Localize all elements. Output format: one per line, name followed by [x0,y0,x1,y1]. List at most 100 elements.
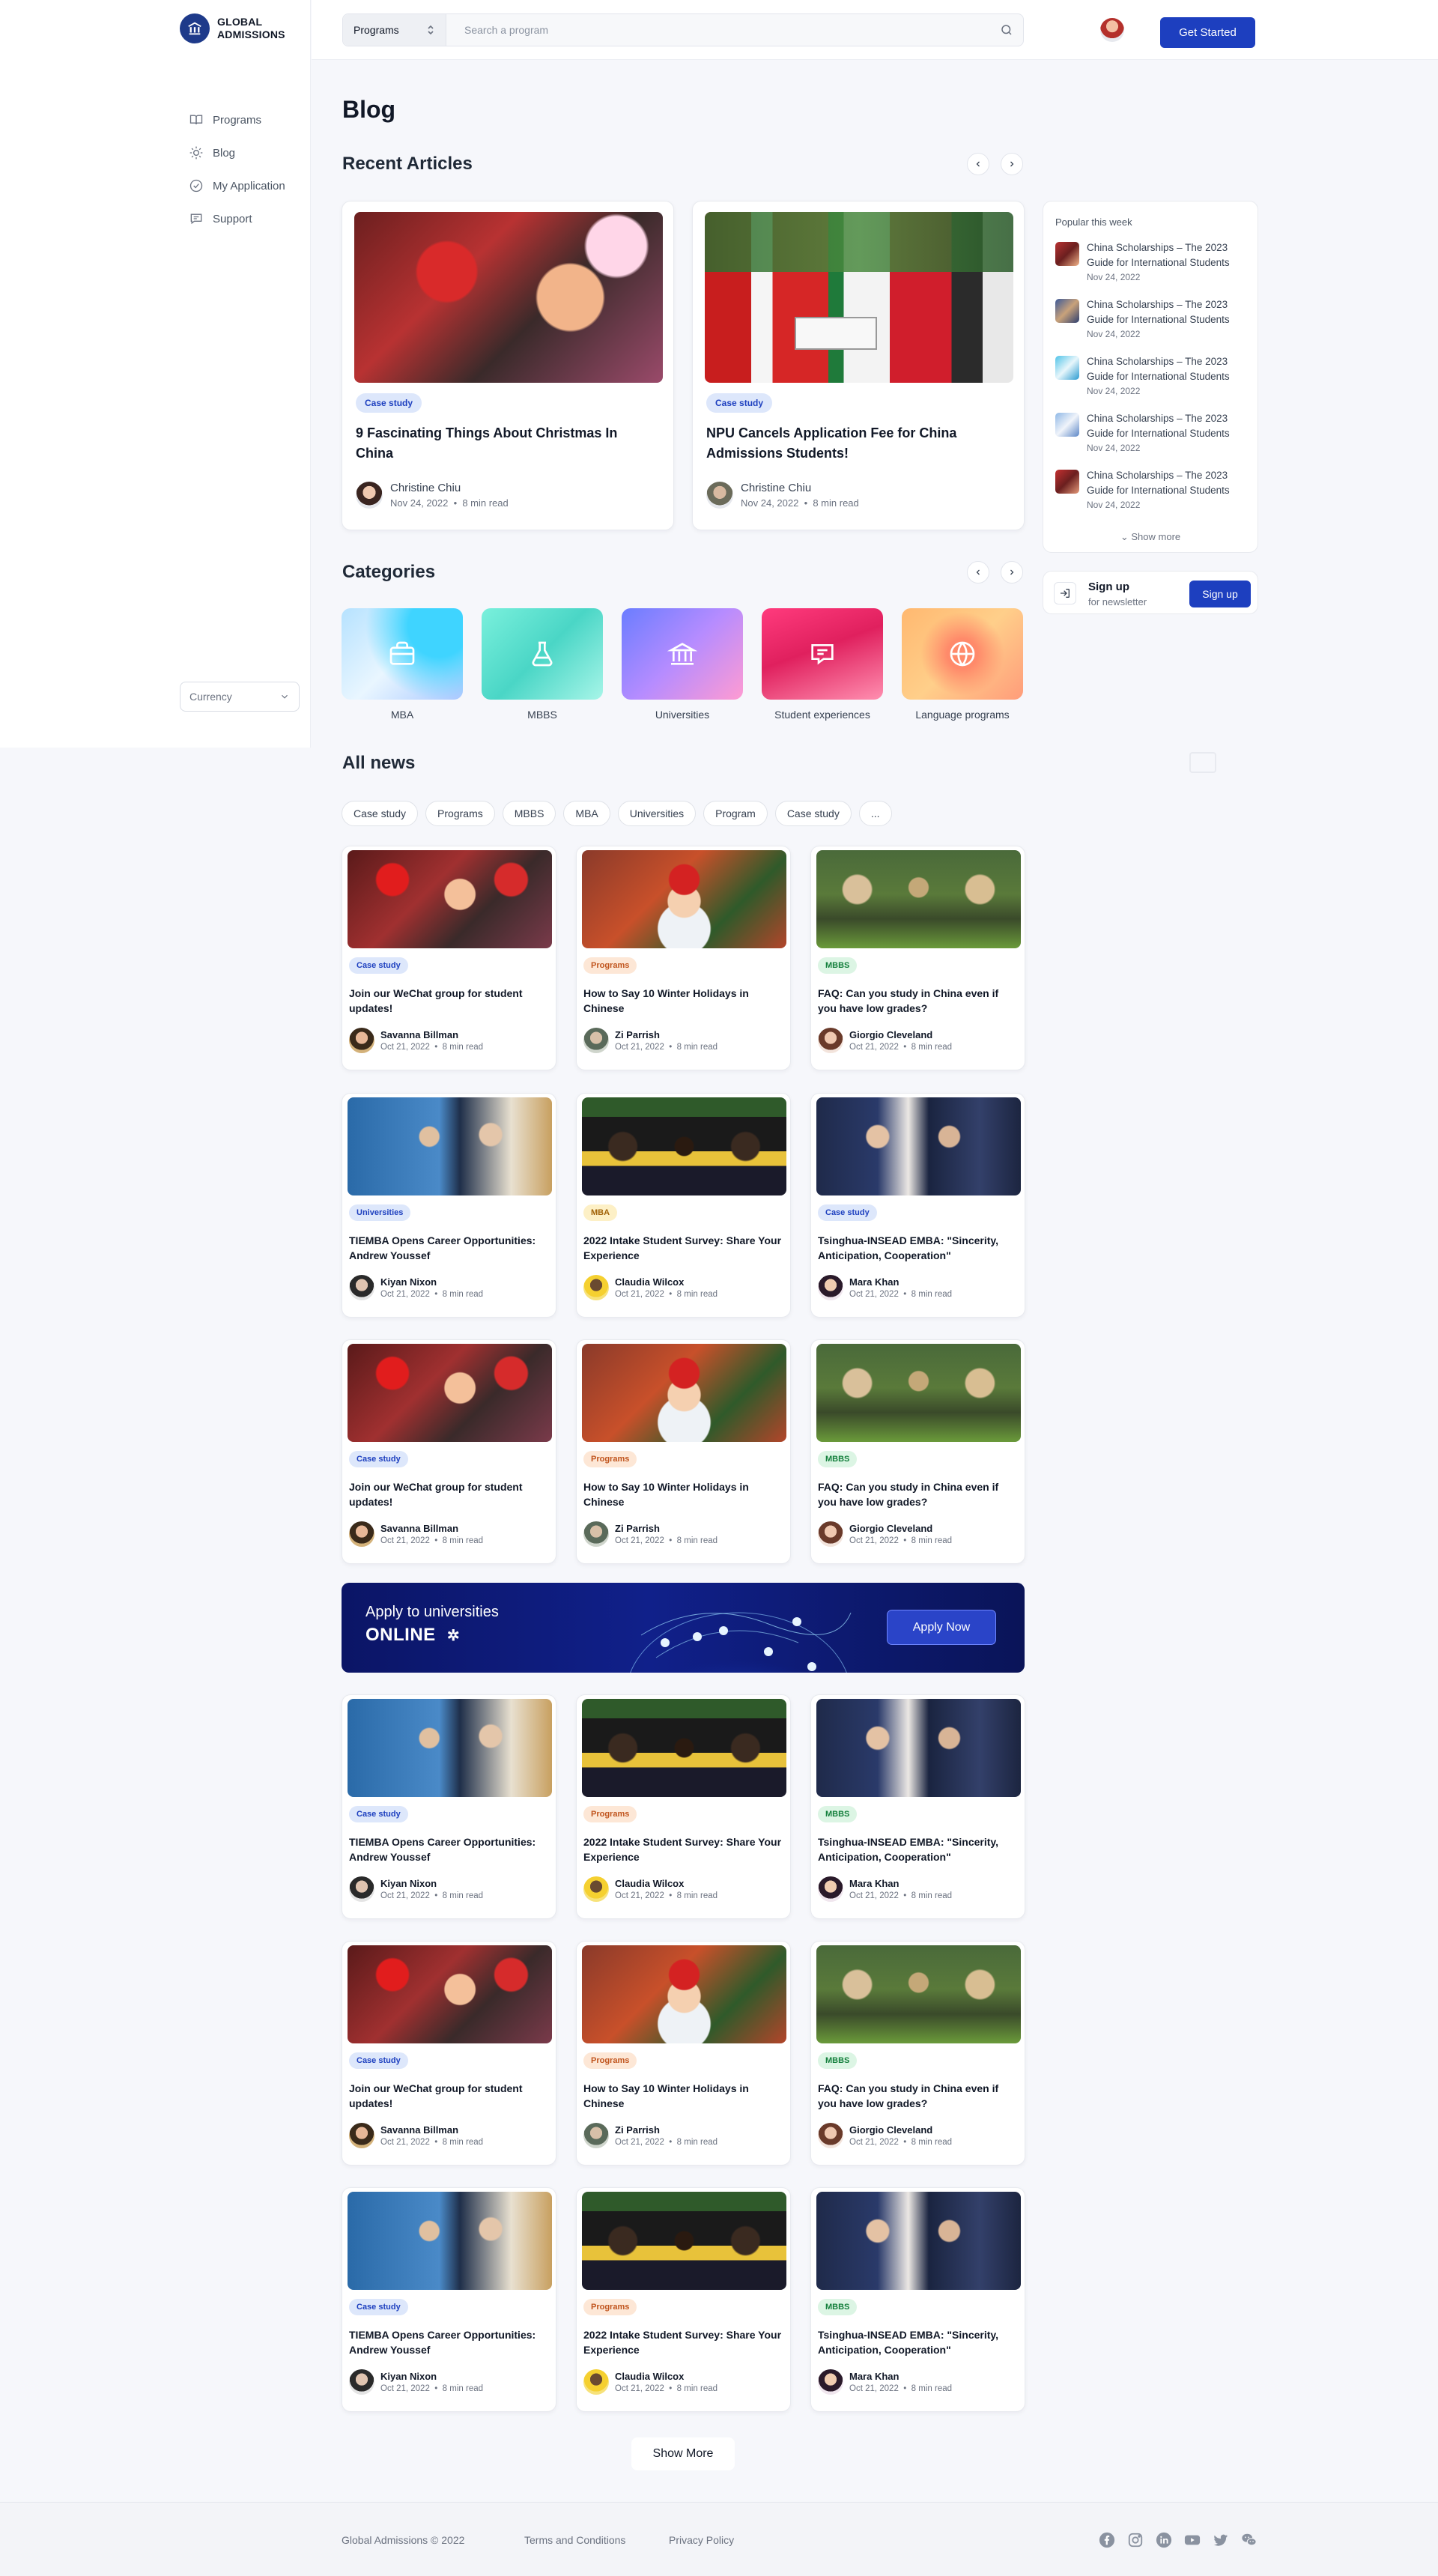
news-card[interactable]: MBBS FAQ: Can you study in China even if … [810,846,1025,1070]
category-student-experiences[interactable]: Student experiences [762,608,883,721]
filter-chip[interactable]: MBBS [502,801,556,826]
news-title[interactable]: TIEMBA Opens Career Opportunities: Andre… [349,1834,547,1864]
recent-next-button[interactable] [1001,153,1023,175]
youtube-icon[interactable] [1183,2531,1201,2549]
news-title[interactable]: Join our WeChat group for student update… [349,2081,547,2111]
news-title[interactable]: Join our WeChat group for student update… [349,1479,547,1509]
news-title[interactable]: 2022 Intake Student Survey: Share Your E… [583,1233,782,1263]
news-card[interactable]: Programs How to Say 10 Winter Holidays in… [576,1339,791,1564]
brand-logo[interactable]: GLOBAL ADMISSIONS [180,13,285,43]
popular-item[interactable]: China Scholarships – The 2023 Guide for … [1055,468,1250,510]
filter-chip[interactable]: Programs [425,801,495,826]
sidebar-item-label: Blog [213,146,236,160]
popular-show-more[interactable]: ⌄ Show more [1043,531,1258,543]
privacy-link[interactable]: Privacy Policy [669,2534,734,2546]
banner-line1: Apply to universities [365,1604,499,1620]
news-card[interactable]: Programs How to Say 10 Winter Holidays in… [576,846,791,1070]
news-title[interactable]: Tsinghua-INSEAD EMBA: "Sincerity, Antici… [818,1834,1016,1864]
instagram-icon[interactable] [1126,2531,1144,2549]
news-author: Zi Parrish Oct 21, 2022 • 8 min read [583,1028,718,1053]
news-title[interactable]: FAQ: Can you study in China even if you … [818,1479,1016,1509]
news-title[interactable]: How to Say 10 Winter Holidays in Chinese [583,986,782,1016]
categories-prev-button[interactable] [967,561,989,584]
category-mba[interactable]: MBA [342,608,463,721]
popular-item[interactable]: China Scholarships – The 2023 Guide for … [1055,240,1250,282]
news-card[interactable]: MBBS Tsinghua-INSEAD EMBA: "Sincerity, An… [810,1694,1025,1919]
sidebar-item-support[interactable]: Support [189,202,285,235]
news-card[interactable]: Case study Join our WeChat group for stud… [342,1941,556,2166]
news-card[interactable]: Programs 2022 Intake Student Survey: Shar… [576,2187,791,2412]
news-author: Claudia Wilcox Oct 21, 2022 • 8 min read [583,2369,718,2395]
twitter-icon[interactable] [1212,2531,1230,2549]
popular-item[interactable]: China Scholarships – The 2023 Guide for … [1055,411,1250,453]
wechat-icon[interactable] [1240,2531,1258,2549]
news-title[interactable]: How to Say 10 Winter Holidays in Chinese [583,1479,782,1509]
author-name: Giorgio Cleveland [849,1523,933,1534]
category-universities[interactable]: Universities [622,608,743,721]
search-icon[interactable] [990,23,1023,37]
article-title[interactable]: 9 Fascinating Things About Christmas In … [356,423,655,464]
sidebar-item-blog[interactable]: Blog [189,136,285,169]
categories-next-button[interactable] [1001,561,1023,584]
filter-chip[interactable]: Case study [774,801,852,826]
news-card[interactable]: Programs How to Say 10 Winter Holidays in… [576,1941,791,2166]
news-read-time: 8 min read [676,2384,718,2393]
news-read-time: 8 min read [911,2384,953,2393]
news-title[interactable]: 2022 Intake Student Survey: Share Your E… [583,2327,782,2357]
news-title[interactable]: TIEMBA Opens Career Opportunities: Andre… [349,1233,547,1263]
news-title[interactable]: Tsinghua-INSEAD EMBA: "Sincerity, Antici… [818,2327,1016,2357]
article-title[interactable]: NPU Cancels Application Fee for China Ad… [706,423,1006,464]
news-title[interactable]: How to Say 10 Winter Holidays in Chinese [583,2081,782,2111]
news-card[interactable]: MBBS Tsinghua-INSEAD EMBA: "Sincerity, An… [810,2187,1025,2412]
sidebar-item-programs[interactable]: Programs [189,103,285,136]
categories-heading: Categories [342,562,436,582]
category-label: Universities [655,709,710,721]
filter-chip[interactable]: Program [703,801,768,826]
filter-more-chip[interactable]: ... [858,801,892,826]
news-card[interactable]: Case study Join our WeChat group for stud… [342,1339,556,1564]
news-title[interactable]: FAQ: Can you study in China even if you … [818,986,1016,1016]
search-input[interactable] [446,14,990,46]
news-title[interactable]: TIEMBA Opens Career Opportunities: Andre… [349,2327,547,2357]
recent-article-card[interactable]: Case study NPU Cancels Application Fee f… [692,201,1025,530]
news-title[interactable]: FAQ: Can you study in China even if you … [818,2081,1016,2111]
news-card[interactable]: Case study TIEMBA Opens Career Opportunit… [342,2187,556,2412]
currency-select[interactable]: Currency [180,682,300,712]
news-card[interactable]: MBBS FAQ: Can you study in China even if … [810,1941,1025,2166]
linkedin-icon[interactable] [1155,2531,1173,2549]
news-card[interactable]: Case study TIEMBA Opens Career Opportunit… [342,1694,556,1919]
user-avatar[interactable] [1100,18,1124,42]
news-card[interactable]: Case study Join our WeChat group for stud… [342,846,556,1070]
recent-article-card[interactable]: Case study 9 Fascinating Things About Ch… [342,201,674,530]
filter-chip[interactable]: Universities [617,801,697,826]
popular-item[interactable]: China Scholarships – The 2023 Guide for … [1055,354,1250,396]
get-started-button[interactable]: Get Started [1160,17,1255,48]
news-title[interactable]: Tsinghua-INSEAD EMBA: "Sincerity, Antici… [818,1233,1016,1263]
category-mbbs[interactable]: MBBS [482,608,603,721]
sidebar-item-my-application[interactable]: My Application [189,169,285,202]
apply-now-button[interactable]: Apply Now [887,1610,996,1645]
terms-link[interactable]: Terms and Conditions [524,2534,625,2546]
news-card[interactable]: MBA 2022 Intake Student Survey: Share You… [576,1093,791,1318]
news-title[interactable]: Join our WeChat group for student update… [349,986,547,1016]
facebook-icon[interactable] [1098,2531,1116,2549]
recent-prev-button[interactable] [967,153,989,175]
newsletter-signup-button[interactable]: Sign up [1189,581,1251,607]
news-image [582,850,786,948]
category-language-programs[interactable]: Language programs [902,608,1023,721]
popular-item[interactable]: China Scholarships – The 2023 Guide for … [1055,297,1250,339]
news-card[interactable]: Programs 2022 Intake Student Survey: Shar… [576,1694,791,1919]
news-card[interactable]: MBBS FAQ: Can you study in China even if … [810,1339,1025,1564]
news-read-time: 8 min read [911,1290,953,1299]
news-card[interactable]: Case study Tsinghua-INSEAD EMBA: "Sinceri… [810,1093,1025,1318]
popular-item-date: Nov 24, 2022 [1087,500,1141,510]
chevron-updown-icon [428,25,434,35]
author-name: Zi Parrish [615,1523,660,1534]
globe-icon [950,641,975,667]
show-more-button[interactable]: Show More [631,2437,735,2470]
news-title[interactable]: 2022 Intake Student Survey: Share Your E… [583,1834,782,1864]
news-card[interactable]: Universities TIEMBA Opens Career Opportun… [342,1093,556,1318]
filter-chip[interactable]: MBA [563,801,610,826]
search-category-select[interactable]: Programs [343,14,446,46]
filter-chip[interactable]: Case study [342,801,419,826]
